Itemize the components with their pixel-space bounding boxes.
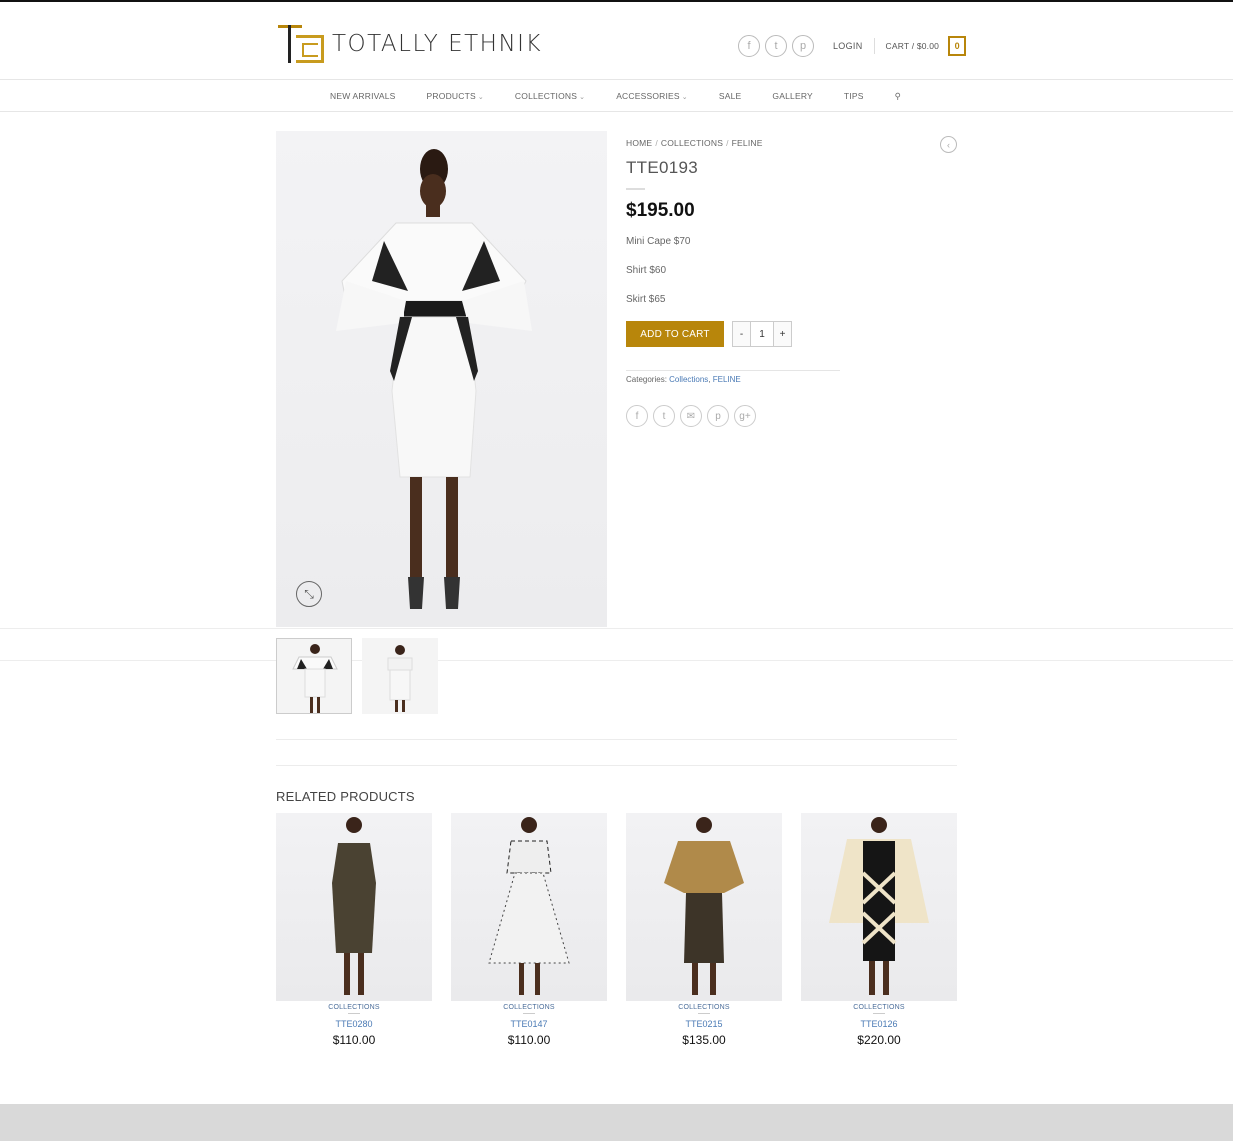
thumbnail-front[interactable] (276, 638, 352, 714)
related-product-card[interactable]: COLLECTIONS TTE0280 $110.00 (276, 813, 432, 1047)
model-figure (336, 149, 532, 609)
facebook-icon[interactable]: f (626, 405, 648, 427)
product-desc-line: Skirt $65 (626, 294, 666, 305)
breadcrumb-separator: / (655, 138, 658, 148)
related-product-category[interactable]: COLLECTIONS (276, 1004, 432, 1011)
product-desc-line: Mini Cape $70 (626, 236, 691, 247)
meta-divider (626, 370, 840, 371)
related-product-card[interactable]: COLLECTIONS TTE0126 $220.00 (801, 813, 957, 1047)
nav-item-sale[interactable]: SALE (719, 91, 742, 101)
categories-label: Categories: (626, 375, 667, 384)
related-product-price: $220.00 (857, 1033, 901, 1047)
product-title: TTE0193 (626, 158, 699, 177)
related-product-price: $110.00 (332, 1033, 376, 1047)
category-link-feline[interactable]: FELINE (713, 375, 741, 384)
product-figure (664, 817, 744, 995)
product-figure (332, 817, 376, 995)
product-thumbnails (276, 638, 448, 714)
zoom-icon[interactable]: ⤡ (296, 581, 322, 607)
related-product-card[interactable]: COLLECTIONS TTE0147 $110.00 (451, 813, 607, 1047)
nav-item-accessories[interactable]: ACCESSORIES ⌄ (616, 91, 688, 101)
product-figure (829, 817, 929, 995)
product-main-image[interactable]: ⤡ (276, 131, 607, 627)
category-divider (873, 1013, 885, 1014)
nav-item-gallery[interactable]: GALLERY (772, 91, 812, 101)
category-divider (698, 1013, 710, 1014)
related-product-image[interactable] (801, 813, 957, 1001)
facebook-icon[interactable]: f (738, 35, 760, 57)
related-product-category[interactable]: COLLECTIONS (451, 1004, 607, 1011)
related-product-category[interactable]: COLLECTIONS (801, 1004, 957, 1011)
related-product-card[interactable]: COLLECTIONS TTE0215 $135.00 (626, 813, 782, 1047)
nav-item-tips[interactable]: TIPS (844, 91, 864, 101)
related-products-title: RELATED PRODUCTS (276, 789, 415, 804)
google-plus-icon[interactable]: g+ (734, 405, 756, 427)
product-desc-line: Shirt $60 (626, 265, 667, 276)
previous-product-icon[interactable]: ‹ (940, 136, 957, 153)
login-link[interactable]: LOGIN (833, 41, 863, 51)
footer-bar (0, 1104, 1233, 1141)
section-divider (276, 739, 957, 740)
breadcrumb-separator: / (726, 138, 729, 148)
related-product-name[interactable]: TTE0126 (801, 1019, 957, 1029)
share-icons: f t ✉ p g+ (626, 405, 761, 427)
main-nav: NEW ARRIVALS PRODUCTS ⌄ COLLECTIONS ⌄ ACCE… (0, 79, 1233, 112)
quantity-plus-button[interactable]: + (773, 321, 792, 347)
site-logo[interactable]: TOTALLY ETHNIK (276, 22, 542, 66)
thumbnail-figure (387, 645, 413, 712)
breadcrumb-home[interactable]: HOME (626, 138, 652, 148)
header-divider (873, 38, 875, 54)
product-categories: Categories: Collections, FELINE (626, 375, 741, 384)
related-product-category[interactable]: COLLECTIONS (626, 1004, 782, 1011)
category-link-collections[interactable]: Collections (669, 375, 708, 384)
breadcrumb: HOME / COLLECTIONS / FELINE (626, 138, 763, 148)
breadcrumb-collections[interactable]: COLLECTIONS (661, 138, 723, 148)
related-product-name[interactable]: TTE0280 (276, 1019, 432, 1029)
logo-mark-icon (276, 23, 326, 65)
email-icon[interactable]: ✉ (680, 405, 702, 427)
related-product-name[interactable]: TTE0215 (626, 1019, 782, 1029)
breadcrumb-feline[interactable]: FELINE (732, 138, 763, 148)
cart-count-badge[interactable]: 0 (948, 36, 967, 56)
related-product-name[interactable]: TTE0147 (451, 1019, 607, 1029)
related-product-price: $110.00 (507, 1033, 551, 1047)
related-product-price: $135.00 (682, 1033, 726, 1047)
section-divider (276, 765, 957, 766)
pinterest-icon[interactable]: p (792, 35, 814, 57)
header-actions: f t p LOGIN CART / $0.00 0 (738, 34, 967, 58)
cart-link[interactable]: CART / $0.00 (886, 41, 940, 51)
related-product-image[interactable] (451, 813, 607, 1001)
chevron-down-icon: ⌄ (579, 94, 586, 101)
product-figure (488, 817, 570, 995)
category-divider (348, 1013, 360, 1014)
twitter-icon[interactable]: t (653, 405, 675, 427)
quantity-stepper: - 1 + (732, 321, 792, 347)
title-divider (626, 188, 645, 190)
nav-item-products[interactable]: PRODUCTS ⌄ (427, 91, 484, 101)
quantity-input[interactable]: 1 (751, 321, 773, 347)
thumbnail-figure (292, 644, 338, 713)
logo-text: TOTALLY ETHNIK (332, 31, 543, 57)
chevron-down-icon: ⌄ (681, 94, 688, 101)
thumbnail-back[interactable] (362, 638, 438, 714)
product-price: $195.00 (626, 200, 695, 221)
search-icon[interactable]: ⚲ (895, 91, 901, 102)
category-divider (523, 1013, 535, 1014)
twitter-icon[interactable]: t (765, 35, 787, 57)
related-product-image[interactable] (276, 813, 432, 1001)
top-border (0, 0, 1233, 2)
quantity-minus-button[interactable]: - (732, 321, 751, 347)
nav-item-new-arrivals[interactable]: NEW ARRIVALS (330, 91, 396, 101)
add-to-cart-button[interactable]: ADD TO CART (626, 321, 724, 347)
nav-item-collections[interactable]: COLLECTIONS ⌄ (515, 91, 585, 101)
pinterest-icon[interactable]: p (707, 405, 729, 427)
related-product-image[interactable] (626, 813, 782, 1001)
sticky-header-ghost (0, 606, 1233, 661)
chevron-down-icon: ⌄ (477, 94, 484, 101)
